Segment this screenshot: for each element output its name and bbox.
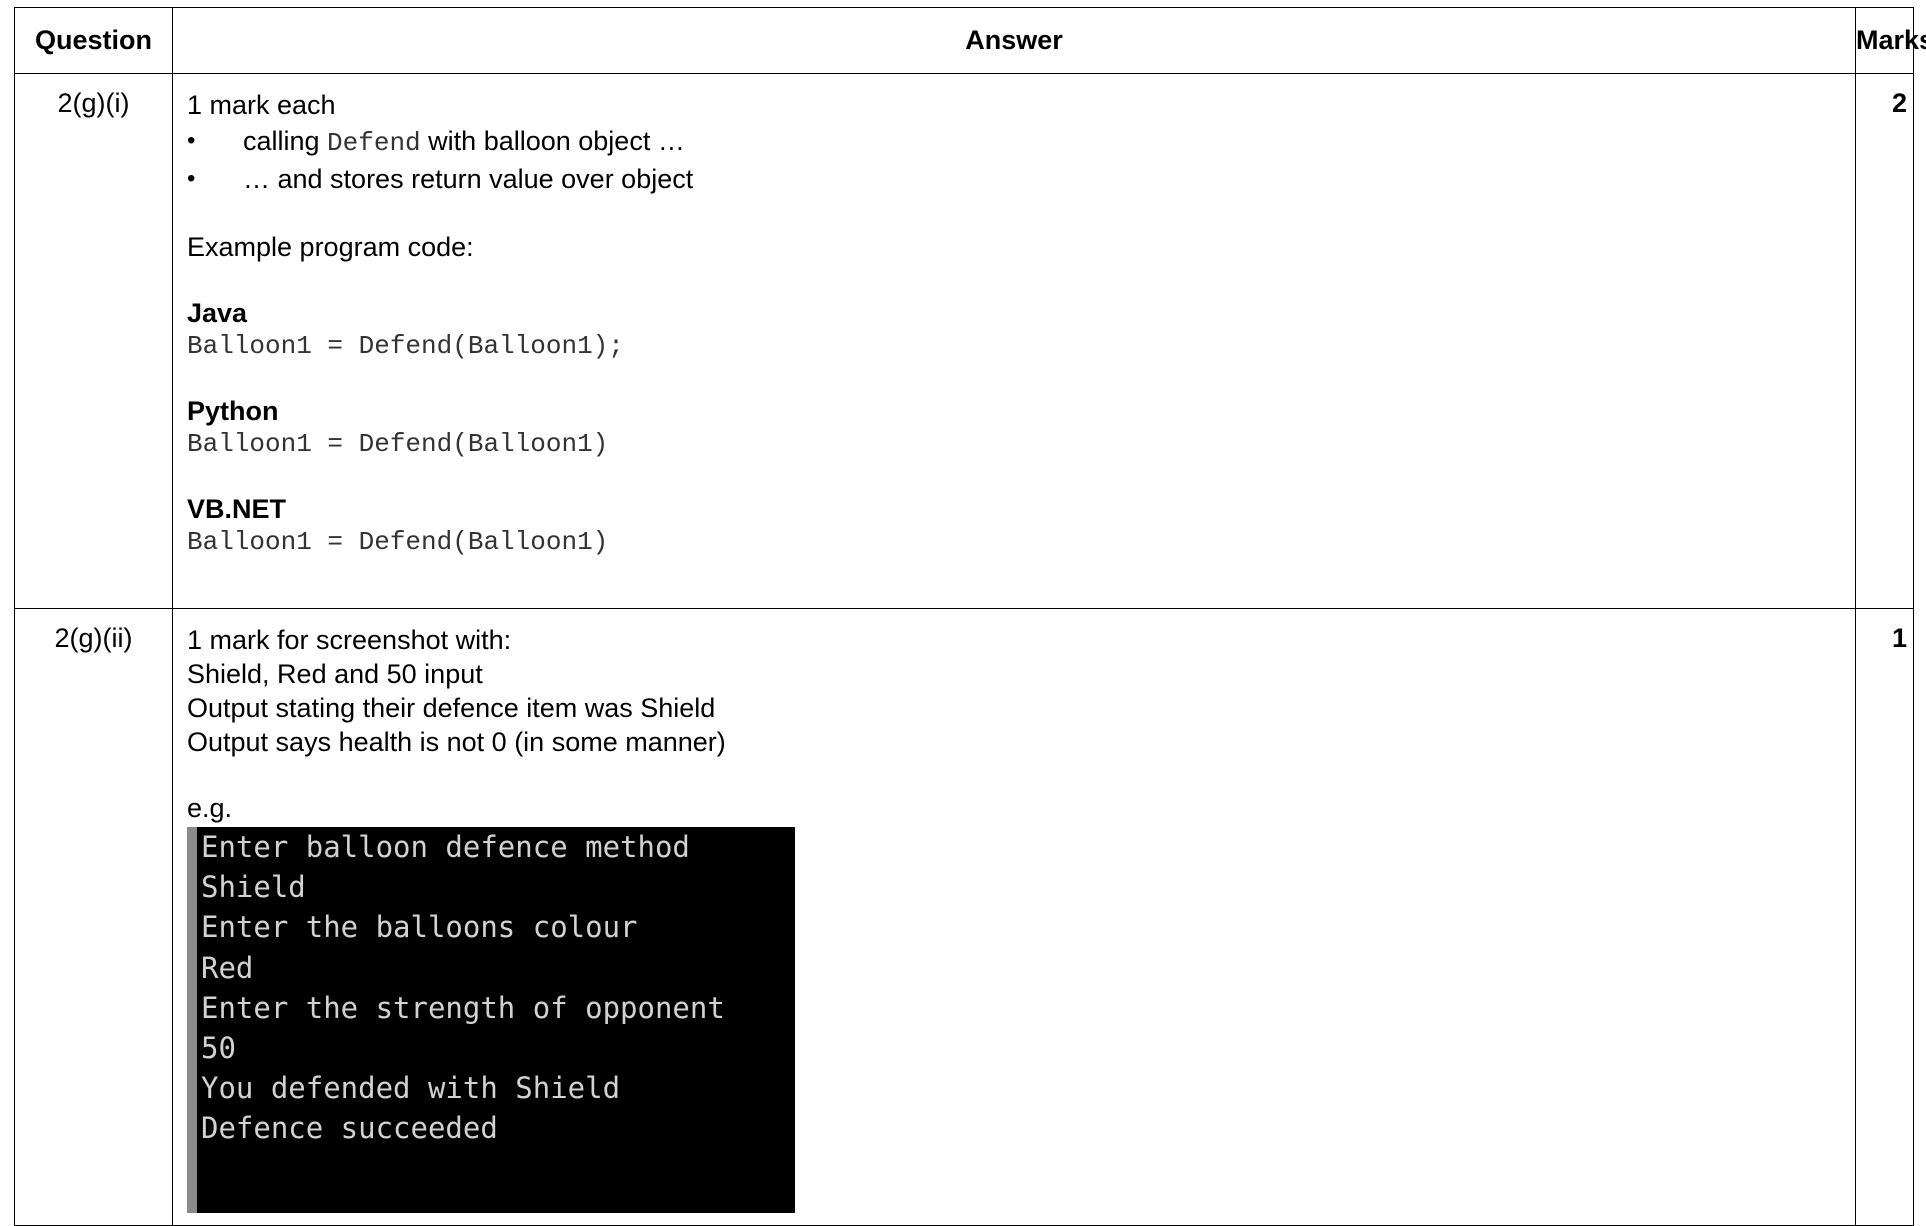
question-number: 2(g)(ii) bbox=[14, 608, 173, 1226]
example-label: Example program code: bbox=[187, 232, 474, 262]
answer-cell: 1 mark for screenshot with: Shield, Red … bbox=[172, 608, 1856, 1226]
console-line: 50 bbox=[201, 1031, 236, 1066]
eg-label: e.g. bbox=[187, 793, 233, 823]
language-name: Python bbox=[187, 396, 279, 426]
code-line: Balloon1 = Defend(Balloon1) bbox=[187, 527, 609, 557]
marks-value: 2 bbox=[1855, 73, 1914, 609]
marks-value: 1 bbox=[1855, 608, 1914, 1226]
answer-line: Shield, Red and 50 input bbox=[187, 659, 483, 689]
marks-header: Marks bbox=[1855, 7, 1926, 74]
bullet-list: calling Defend with balloon object … … a… bbox=[187, 122, 1841, 198]
table-row: 2(g)(i) 1 mark each calling Defend with … bbox=[14, 73, 1914, 609]
console-screenshot: Enter balloon defence method Shield Ente… bbox=[187, 827, 795, 1213]
question-number: 2(g)(i) bbox=[14, 73, 173, 609]
console-line: You defended with Shield bbox=[201, 1071, 621, 1106]
list-item: … and stores return value over object bbox=[187, 160, 1841, 198]
mark-scheme-table: Question Answer Marks 2(g)(i) 1 mark eac… bbox=[14, 7, 1926, 1226]
bullet-text: with balloon object … bbox=[420, 126, 685, 156]
code-line: Balloon1 = Defend(Balloon1) bbox=[187, 429, 609, 459]
console-line: Enter the strength of opponent bbox=[201, 990, 725, 1025]
answer-intro: 1 mark each bbox=[187, 90, 336, 120]
bullet-text: … and stores return value over object bbox=[243, 164, 694, 194]
code-line: Balloon1 = Defend(Balloon1); bbox=[187, 331, 624, 361]
list-item: calling Defend with balloon object … bbox=[187, 122, 1841, 160]
console-line: Shield bbox=[201, 870, 306, 905]
bullet-text: calling bbox=[243, 126, 328, 156]
question-header: Question bbox=[14, 7, 173, 74]
console-line: Defence succeeded bbox=[201, 1111, 498, 1146]
answer-header: Answer bbox=[172, 7, 1856, 74]
console-line: Enter balloon defence method bbox=[201, 830, 690, 864]
answer-line: Output says health is not 0 (in some man… bbox=[187, 727, 726, 757]
answer-line: 1 mark for screenshot with: bbox=[187, 625, 512, 655]
header-row: Question Answer Marks bbox=[14, 7, 1926, 74]
answer-line: Output stating their defence item was Sh… bbox=[187, 693, 716, 723]
language-name: Java bbox=[187, 298, 248, 328]
console-line: Enter the balloons colour bbox=[201, 910, 638, 945]
console-line: Red bbox=[201, 950, 254, 985]
answer-cell: 1 mark each calling Defend with balloon … bbox=[172, 73, 1856, 609]
language-name: VB.NET bbox=[187, 494, 287, 524]
table-row: 2(g)(ii) 1 mark for screenshot with: Shi… bbox=[14, 608, 1914, 1226]
inline-code: Defend bbox=[327, 128, 421, 158]
